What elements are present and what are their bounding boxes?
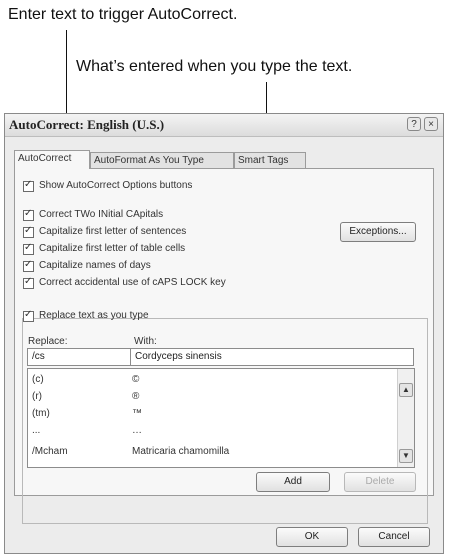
list-item[interactable]: /Mcham Matricaria chamomilla: [28, 445, 398, 459]
list-item[interactable]: (tm) ™: [28, 407, 398, 421]
list-item[interactable]: (r) ®: [28, 390, 398, 404]
list-item[interactable]: ... …: [28, 424, 398, 438]
checkbox-label: Correct accidental use of cAPS LOCK key: [39, 277, 226, 288]
checkbox-box[interactable]: [23, 309, 34, 322]
scroll-up-icon[interactable]: ▲: [399, 383, 413, 397]
with-label: With:: [134, 336, 157, 347]
list-scrollbar[interactable]: ▲ ▼: [397, 369, 414, 467]
cancel-button[interactable]: Cancel: [358, 527, 430, 547]
replace-as-you-type-checkbox[interactable]: Replace text as you type: [23, 309, 149, 324]
list-item-with: ®: [132, 391, 140, 402]
replace-input[interactable]: /cs: [27, 348, 131, 366]
tab-smart-tags[interactable]: Smart Tags: [234, 152, 306, 168]
autocorrect-entries-list[interactable]: (c) © (r) ® (tm) ™ ... … /Mcham Matricar…: [27, 368, 415, 468]
checkbox-box[interactable]: [23, 276, 34, 289]
list-item-replace: /Mcham: [32, 446, 68, 457]
checkbox-label: Show AutoCorrect Options buttons: [39, 180, 193, 191]
list-item-with: Matricaria chamomilla: [132, 446, 230, 457]
tab-autocorrect[interactable]: AutoCorrect: [14, 150, 90, 169]
dialog-title: AutoCorrect: English (U.S.): [9, 117, 165, 132]
checkbox-box[interactable]: [23, 225, 34, 238]
checkbox-label: Replace text as you type: [39, 310, 149, 321]
checkbox-label: Correct TWo INitial CApitals: [39, 209, 164, 220]
checkbox-box[interactable]: [23, 179, 34, 192]
exceptions-button[interactable]: Exceptions...: [340, 222, 416, 242]
list-item[interactable]: (c) ©: [28, 373, 398, 387]
list-item-with: ™: [132, 408, 142, 419]
with-input[interactable]: Cordyceps sinensis: [130, 348, 414, 366]
checkbox-box[interactable]: [23, 242, 34, 255]
scroll-down-icon[interactable]: ▼: [399, 449, 413, 463]
replace-label: Replace:: [28, 336, 68, 347]
add-button[interactable]: Add: [256, 472, 330, 492]
list-item-with: …: [132, 425, 142, 436]
checkbox-label: Capitalize names of days: [39, 260, 151, 271]
ok-button[interactable]: OK: [276, 527, 348, 547]
callout-replacement-text: What’s entered when you type the text.: [76, 58, 353, 75]
checkbox-label: Capitalize first letter of table cells: [39, 243, 186, 254]
list-item-replace: ...: [32, 425, 41, 436]
callout-trigger-text: Enter text to trigger AutoCorrect.: [8, 6, 238, 23]
tab-autoformat-as-you-type[interactable]: AutoFormat As You Type: [90, 152, 234, 168]
checkbox-label: Capitalize first letter of sentences: [39, 226, 187, 237]
list-item-replace: (c): [32, 374, 44, 385]
delete-button[interactable]: Delete: [344, 472, 416, 492]
help-button[interactable]: ?: [407, 117, 421, 131]
list-item-replace: (tm): [32, 408, 50, 419]
checkbox-box[interactable]: [23, 259, 34, 272]
close-button[interactable]: ×: [424, 117, 438, 131]
title-bar: AutoCorrect: English (U.S.) ? ×: [5, 114, 443, 137]
list-item-with: ©: [132, 374, 140, 385]
list-item-replace: (r): [32, 391, 42, 402]
checkbox-box[interactable]: [23, 208, 34, 221]
